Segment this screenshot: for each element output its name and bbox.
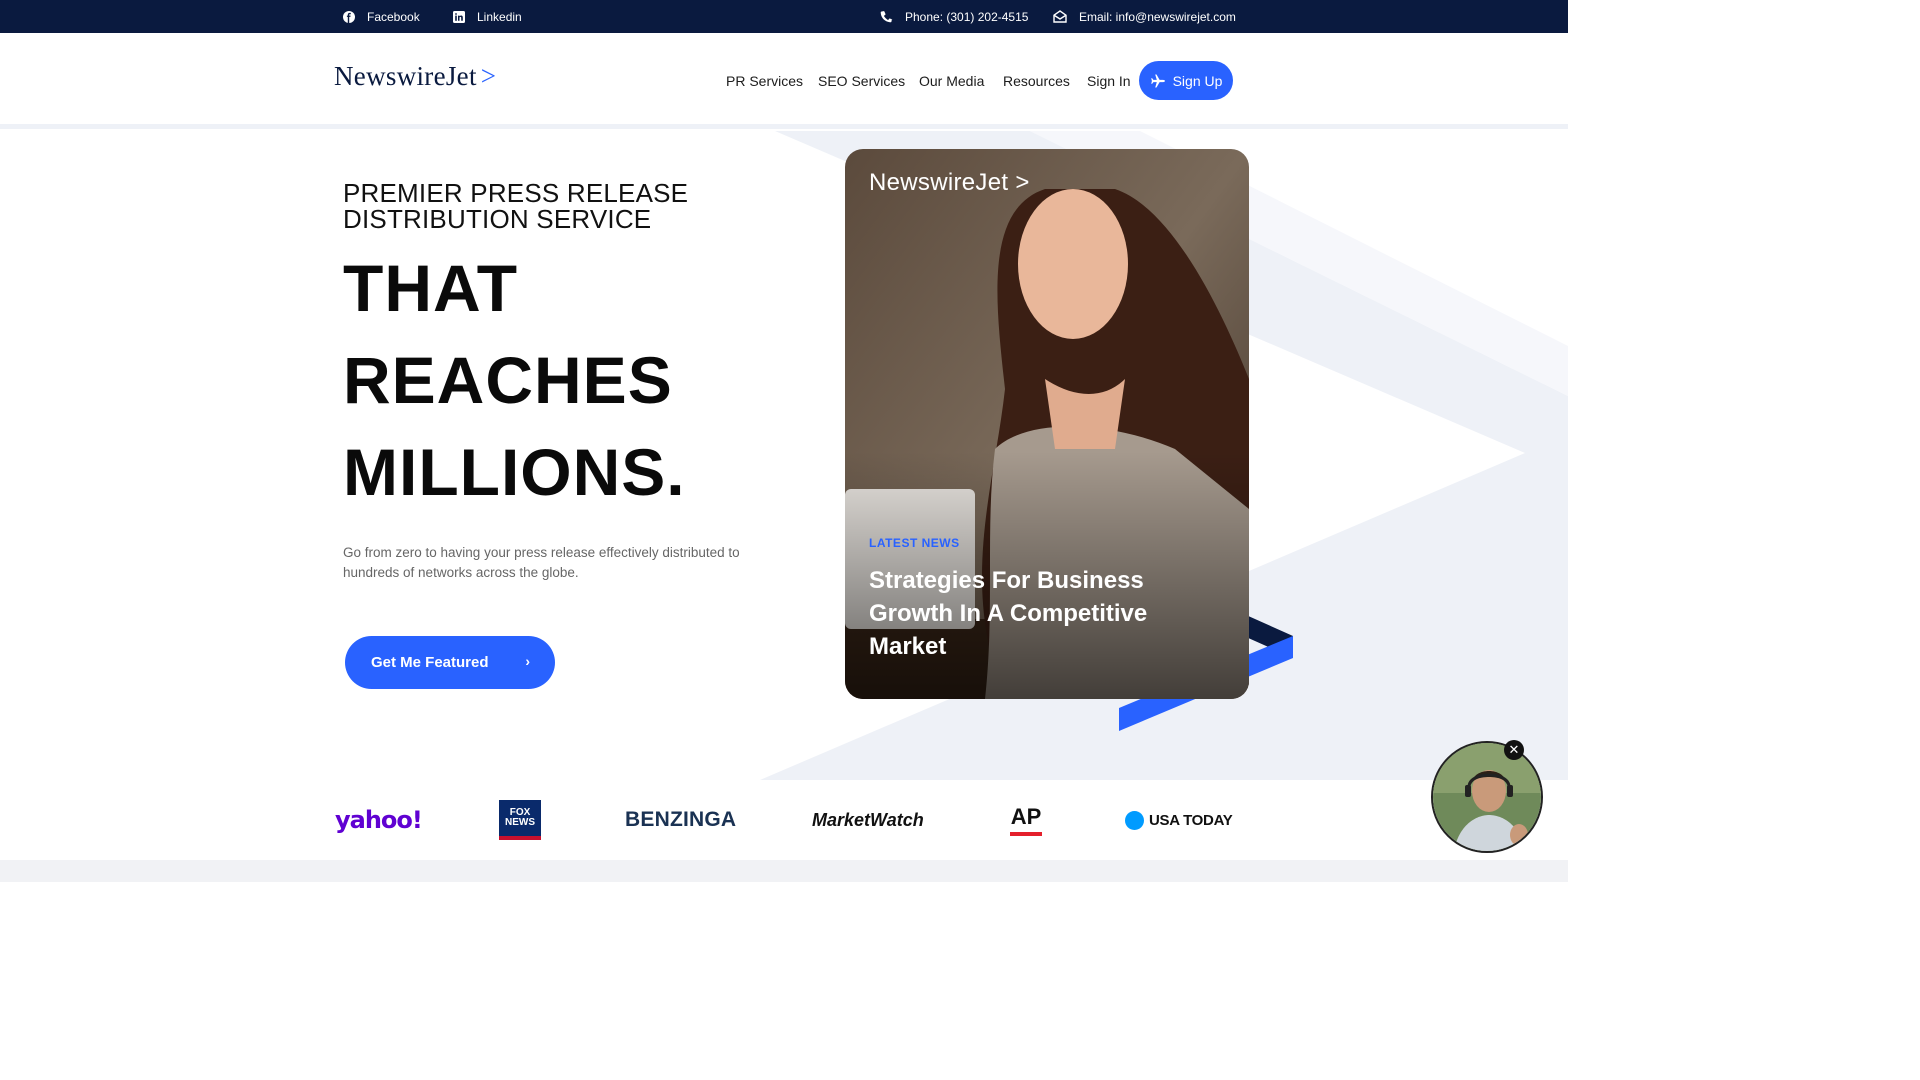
card-kicker: LATEST NEWS xyxy=(869,536,960,550)
ap-logo-text: AP xyxy=(1010,803,1042,829)
close-icon[interactable]: ✕ xyxy=(1504,740,1524,760)
nav-item-resources[interactable]: Resources xyxy=(1003,73,1070,89)
logo-text: NewswireJet xyxy=(334,61,477,91)
usa-today-dot-icon xyxy=(1125,810,1144,830)
yahoo-logo: yahoo! xyxy=(335,780,423,860)
nav-item-our-media[interactable]: Our Media xyxy=(919,73,984,89)
benzinga-logo: BENZINGA xyxy=(625,780,736,860)
usa-today-logo: USA TODAY xyxy=(1125,780,1233,860)
video-chat-bubble[interactable] xyxy=(1431,741,1543,853)
usa-today-logo-text: USA TODAY xyxy=(1149,811,1233,829)
featured-news-card[interactable]: NewswireJet > LATEST NEWS Strategies For… xyxy=(845,149,1249,699)
card-logo: NewswireJet > xyxy=(869,169,1030,197)
sign-up-label: Sign Up xyxy=(1172,72,1223,89)
site-logo[interactable]: NewswireJet > xyxy=(334,61,496,92)
benzinga-logo-text: BENZINGA xyxy=(625,808,737,831)
ap-logo-underline xyxy=(1010,831,1042,836)
marketwatch-logo: MarketWatch xyxy=(812,780,924,860)
nav-item-sign-in[interactable]: Sign In xyxy=(1087,73,1131,89)
site-header: NewswireJet > PR Services SEO Services Ou… xyxy=(0,33,1568,129)
fox-news-logo-text: FOX NEWS xyxy=(505,807,535,828)
hero-section: PREMIER PRESS RELEASE DISTRIBUTION SERVI… xyxy=(0,131,1568,780)
email-link[interactable]: Email: info@newswirejet.com xyxy=(1053,0,1236,33)
phone-label: Phone: (301) 202-4515 xyxy=(905,9,1029,24)
sign-up-button[interactable]: Sign Up xyxy=(1139,61,1233,100)
logo-arrow: > xyxy=(480,61,497,91)
nav-item-pr-services[interactable]: PR Services xyxy=(726,73,803,89)
card-title[interactable]: Strategies For Business Growth In A Comp… xyxy=(869,564,1199,663)
card-logo-arrow: > xyxy=(1015,169,1030,196)
envelope-open-icon xyxy=(1053,10,1067,23)
marketwatch-logo-text: MarketWatch xyxy=(812,809,924,830)
email-label: Email: info@newswirejet.com xyxy=(1079,9,1236,24)
top-bar: Facebook Linkedin Phone: (301) 202-4515 … xyxy=(0,0,1568,33)
presenter-avatar xyxy=(1433,743,1541,851)
facebook-link[interactable]: Facebook xyxy=(343,0,420,33)
card-logo-text: NewswireJet xyxy=(869,169,1009,196)
facebook-icon xyxy=(343,10,355,23)
linkedin-label: Linkedin xyxy=(477,9,522,24)
card-accent-stripe xyxy=(1119,615,1293,731)
phone-icon xyxy=(880,11,893,23)
facebook-label: Facebook xyxy=(367,9,420,24)
ap-logo: AP xyxy=(1010,780,1042,860)
media-logos-row: yahoo! FOX NEWS BENZINGA MarketWatch AP … xyxy=(0,780,1568,860)
plane-icon xyxy=(1150,74,1165,87)
linkedin-link[interactable]: Linkedin xyxy=(453,0,522,33)
linkedin-icon xyxy=(453,10,465,23)
phone-link[interactable]: Phone: (301) 202-4515 xyxy=(880,0,1028,33)
yahoo-logo-text: yahoo! xyxy=(335,806,423,834)
bottom-strip xyxy=(0,860,1568,882)
nav-item-seo-services[interactable]: SEO Services xyxy=(818,73,905,89)
fox-news-logo: FOX NEWS xyxy=(499,780,541,860)
